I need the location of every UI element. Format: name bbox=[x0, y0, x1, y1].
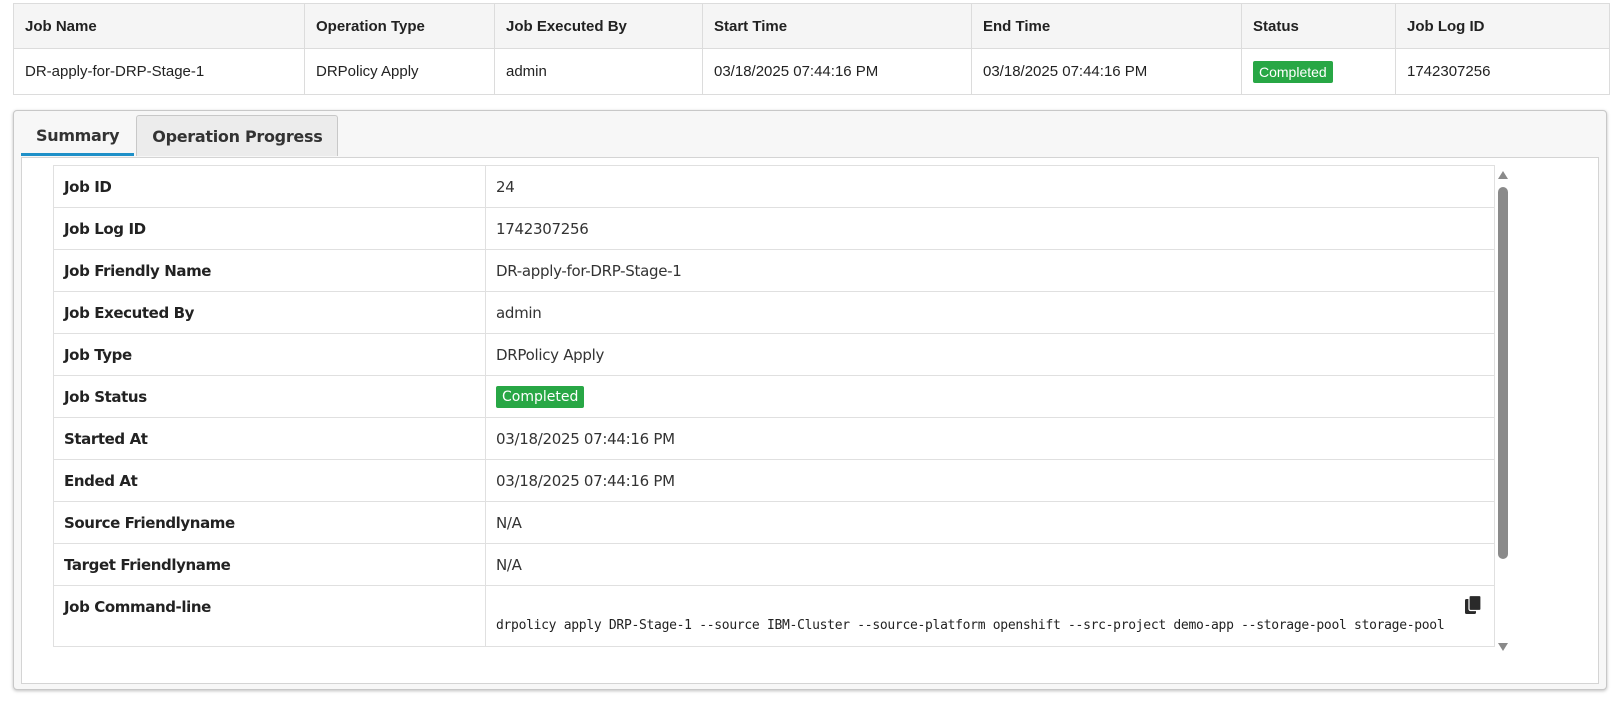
detail-row-job-executed-by: Job Executed By admin bbox=[53, 291, 1495, 334]
column-header-job-name[interactable]: Job Name bbox=[13, 3, 305, 49]
summary-tab-content: Job ID 24 Job Log ID 1742307256 Job Frie… bbox=[21, 157, 1599, 684]
copy-icon[interactable] bbox=[1464, 595, 1482, 615]
jobs-table: Job Name Operation Type Job Executed By … bbox=[13, 3, 1610, 95]
column-header-job-executed-by[interactable]: Job Executed By bbox=[494, 3, 703, 49]
status-badge: Completed bbox=[1253, 60, 1333, 83]
jobs-table-header-row: Job Name Operation Type Job Executed By … bbox=[13, 3, 1610, 49]
column-header-status[interactable]: Status bbox=[1241, 3, 1396, 49]
detail-value: drpolicy apply DRP-Stage-1 --source IBM-… bbox=[485, 585, 1495, 647]
cell-job-log-id: 1742307256 bbox=[1395, 48, 1610, 95]
cell-status: Completed bbox=[1241, 48, 1396, 95]
detail-label: Job ID bbox=[53, 165, 486, 208]
detail-label: Source Friendlyname bbox=[53, 501, 486, 544]
detail-row-job-command-line: Job Command-line drpolicy apply DRP-Stag… bbox=[53, 585, 1495, 647]
job-details-panel: Summary Operation Progress Job ID 24 Job… bbox=[13, 110, 1607, 690]
detail-value: Completed bbox=[485, 375, 1495, 418]
command-line-text[interactable]: drpolicy apply DRP-Stage-1 --source IBM-… bbox=[496, 618, 1445, 633]
detail-row-job-friendly-name: Job Friendly Name DR-apply-for-DRP-Stage… bbox=[53, 249, 1495, 292]
detail-value: 24 bbox=[485, 165, 1495, 208]
detail-label: Job Log ID bbox=[53, 207, 486, 250]
detail-value: N/A bbox=[485, 543, 1495, 586]
scrollbar-thumb[interactable] bbox=[1498, 187, 1508, 559]
detail-row-ended-at: Ended At 03/18/2025 07:44:16 PM bbox=[53, 459, 1495, 502]
detail-label: Job Executed By bbox=[53, 291, 486, 334]
detail-value: N/A bbox=[485, 501, 1495, 544]
column-header-end-time[interactable]: End Time bbox=[971, 3, 1242, 49]
detail-row-job-type: Job Type DRPolicy Apply bbox=[53, 333, 1495, 376]
column-header-start-time[interactable]: Start Time bbox=[702, 3, 972, 49]
detail-label: Started At bbox=[53, 417, 486, 460]
detail-value: 1742307256 bbox=[485, 207, 1495, 250]
job-status-badge: Completed bbox=[496, 385, 585, 408]
detail-value: admin bbox=[485, 291, 1495, 334]
detail-row-job-log-id: Job Log ID 1742307256 bbox=[53, 207, 1495, 250]
detail-row-target-friendlyname: Target Friendlyname N/A bbox=[53, 543, 1495, 586]
detail-row-source-friendlyname: Source Friendlyname N/A bbox=[53, 501, 1495, 544]
detail-value: DR-apply-for-DRP-Stage-1 bbox=[485, 249, 1495, 292]
tab-summary[interactable]: Summary bbox=[21, 115, 135, 156]
tab-operation-progress[interactable]: Operation Progress bbox=[136, 115, 339, 156]
detail-row-started-at: Started At 03/18/2025 07:44:16 PM bbox=[53, 417, 1495, 460]
detail-label: Job Status bbox=[53, 375, 486, 418]
cell-end-time: 03/18/2025 07:44:16 PM bbox=[971, 48, 1242, 95]
column-header-operation-type[interactable]: Operation Type bbox=[304, 3, 495, 49]
detail-row-job-status: Job Status Completed bbox=[53, 375, 1495, 418]
triangle-up-icon[interactable] bbox=[1497, 170, 1509, 180]
job-details-table: Job ID 24 Job Log ID 1742307256 Job Frie… bbox=[53, 165, 1495, 647]
detail-row-job-id: Job ID 24 bbox=[53, 165, 1495, 208]
triangle-down-icon[interactable] bbox=[1497, 642, 1509, 652]
detail-label: Job Friendly Name bbox=[53, 249, 486, 292]
detail-value: 03/18/2025 07:44:16 PM bbox=[485, 417, 1495, 460]
detail-value: 03/18/2025 07:44:16 PM bbox=[485, 459, 1495, 502]
tab-bar: Summary Operation Progress bbox=[21, 115, 339, 157]
detail-label: Job Type bbox=[53, 333, 486, 376]
cell-job-name: DR-apply-for-DRP-Stage-1 bbox=[13, 48, 305, 95]
vertical-scrollbar[interactable] bbox=[1496, 166, 1510, 652]
column-header-job-log-id[interactable]: Job Log ID bbox=[1395, 3, 1610, 49]
cell-start-time: 03/18/2025 07:44:16 PM bbox=[702, 48, 972, 95]
detail-value: DRPolicy Apply bbox=[485, 333, 1495, 376]
table-row[interactable]: DR-apply-for-DRP-Stage-1 DRPolicy Apply … bbox=[13, 48, 1610, 95]
detail-label: Job Command-line bbox=[53, 585, 486, 647]
cell-executed-by: admin bbox=[494, 48, 703, 95]
cell-operation-type: DRPolicy Apply bbox=[304, 48, 495, 95]
detail-label: Target Friendlyname bbox=[53, 543, 486, 586]
detail-label: Ended At bbox=[53, 459, 486, 502]
